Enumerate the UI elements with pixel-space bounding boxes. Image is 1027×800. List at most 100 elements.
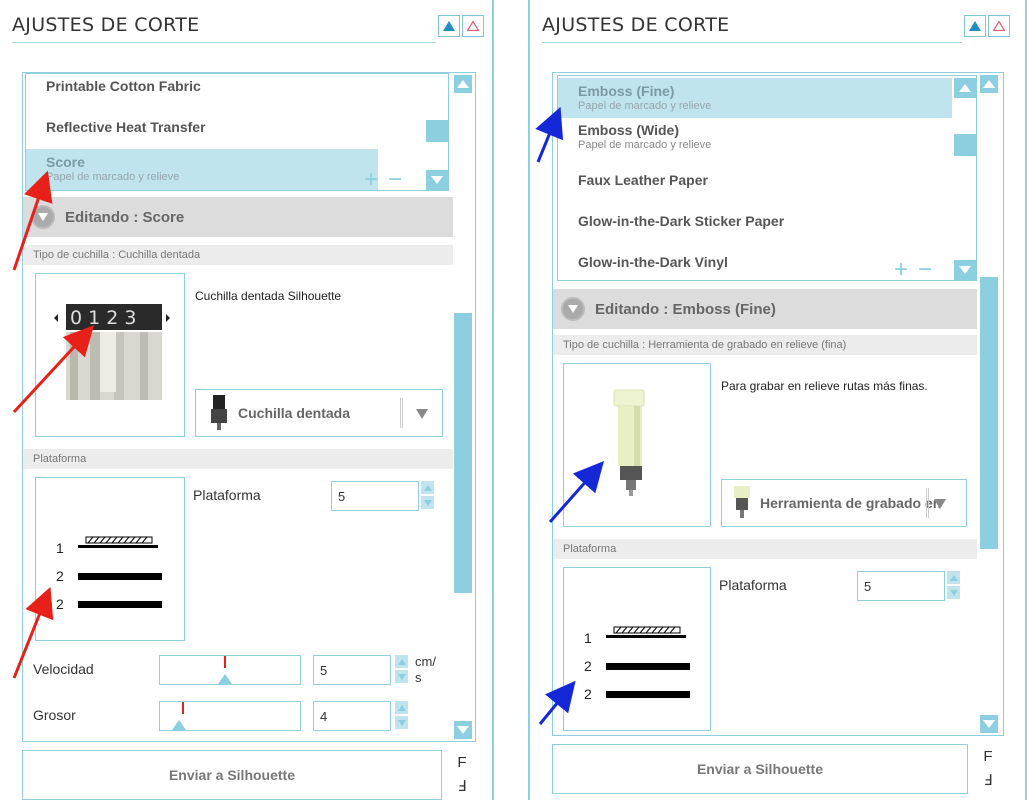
speed-input[interactable]: 5 [313,655,391,685]
blade-dropdown-value: Herramienta de grabado en [760,495,942,511]
scroll-down-arrow[interactable] [454,721,472,739]
platform-input[interactable]: 5 [857,571,945,601]
flip-bottom-button[interactable]: Ⅎ [978,770,998,790]
blade-description: Cuchilla dentada Silhouette [195,289,342,303]
list-item[interactable]: Glow-in-the-Dark Vinyl [558,254,952,280]
blade-dropdown[interactable]: Cuchilla dentada [195,389,443,437]
platform-stepper[interactable] [421,481,434,511]
collapse-up-button[interactable] [964,15,986,37]
add-material-button[interactable]: + [894,258,908,281]
list-item[interactable]: Emboss (Wide) Papel de marcado y relieve [558,122,952,162]
thickness-slider[interactable] [159,701,301,731]
list-scroll-up-arrow[interactable] [954,78,976,98]
scroll-up-arrow[interactable] [980,75,998,93]
list-add-remove: + − [364,168,402,191]
speed-stepper[interactable] [395,655,408,685]
stepper-down-icon[interactable] [395,670,408,683]
close-panel-button[interactable] [988,15,1010,37]
stepper-up-icon[interactable] [421,481,434,494]
list-item-selected[interactable]: Score Papel de marcado y relieve [26,149,378,190]
expand-collapse-icon[interactable] [561,297,585,321]
list-item[interactable]: Faux Leather Paper [558,172,952,202]
left-panel: AJUSTES DE CORTE Printable Cotton Fabric… [0,0,494,800]
mat-bar [78,601,162,608]
material-name: Emboss (Wide) [578,122,679,138]
material-name: Reflective Heat Transfer [46,119,206,135]
platform-section-header: Plataforma [23,449,453,469]
panel-title: AJUSTES DE CORTE [542,14,730,36]
thickness-input[interactable]: 4 [313,701,391,731]
list-scrollbar[interactable] [954,76,976,280]
list-item[interactable]: Printable Cotton Fabric [26,78,424,110]
settings-scrollbar[interactable] [979,73,999,735]
remove-material-button[interactable]: − [388,168,402,191]
emboss-tool-icon [734,486,750,518]
mat-number: 2 [584,658,592,674]
send-to-silhouette-button[interactable]: Enviar a Silhouette [22,750,442,800]
stepper-up-icon[interactable] [947,571,960,584]
blade-image-box: 0 1 2 3 [35,273,185,437]
list-scroll-thumb[interactable] [426,120,448,142]
speed-unit: cm/ [415,654,436,669]
add-material-button[interactable]: + [364,168,378,191]
send-to-silhouette-button[interactable]: Enviar a Silhouette [552,744,968,794]
thickness-slider-marker [182,702,184,714]
collapse-up-button[interactable] [438,15,460,37]
platform-stepper[interactable] [947,571,960,601]
list-scroll-down-arrow[interactable] [426,170,448,190]
stepper-up-icon[interactable] [395,655,408,668]
list-item[interactable]: Reflective Heat Transfer [26,119,424,151]
list-item[interactable]: Glow-in-the-Dark Sticker Paper [558,213,952,243]
remove-material-button[interactable]: − [918,258,932,281]
mat-bar [606,691,690,698]
list-scroll-thumb[interactable] [954,134,976,156]
speed-slider-marker [224,656,226,668]
panel-title: AJUSTES DE CORTE [12,14,200,36]
settings-scrollbar[interactable] [453,73,473,741]
title-underline [542,42,962,43]
blade-description: Para grabar en relieve rutas más finas. [721,379,928,393]
thickness-slider-thumb[interactable] [172,720,186,730]
flip-top-button[interactable]: F [452,752,472,772]
mat-bar [606,663,690,670]
close-panel-button[interactable] [462,15,484,37]
speed-slider[interactable] [159,655,301,685]
ratchet-blade-image: 0 1 2 3 [54,304,170,400]
flip-bottom-button[interactable]: Ⅎ [452,776,472,796]
platform-label: Plataforma [193,487,261,503]
speed-slider-thumb[interactable] [218,674,232,684]
expand-collapse-icon[interactable] [31,205,55,229]
list-scroll-down-arrow[interactable] [954,260,976,280]
stepper-down-icon[interactable] [395,716,408,729]
scroll-thumb[interactable] [980,277,998,549]
dropdown-separator [926,488,929,518]
stepper-down-icon[interactable] [421,496,434,509]
blade-type-header: Tipo de cuchilla : Cuchilla dentada [23,245,453,265]
editing-header: Editando : Score [23,197,453,237]
list-scrollbar[interactable] [426,74,448,190]
scroll-down-arrow[interactable] [980,715,998,733]
material-list: Emboss (Fine) Papel de marcado y relieve… [557,75,977,281]
platform-section-header: Plataforma [553,539,977,559]
material-name: Score [46,154,85,170]
mat-number: 2 [584,686,592,702]
mat-number: 2 [56,568,64,584]
blade-dropdown[interactable]: Herramienta de grabado en [721,479,967,527]
chevron-down-icon [934,499,946,509]
thickness-stepper[interactable] [395,701,408,731]
platform-mat-box: 1 2 2 [563,567,711,731]
material-category: Papel de marcado y relieve [578,139,712,151]
hatched-mat-icon [606,626,686,638]
stepper-down-icon[interactable] [947,586,960,599]
blade-dropdown-value: Cuchilla dentada [238,405,351,421]
blade-type-header: Tipo de cuchilla : Herramienta de grabad… [553,335,977,355]
platform-input[interactable]: 5 [331,481,419,511]
scroll-up-arrow[interactable] [454,75,472,93]
mat-number: 2 [56,596,64,612]
settings-scroll-area: Printable Cotton Fabric Reflective Heat … [22,72,476,742]
flip-top-button[interactable]: F [978,746,998,766]
list-item-selected[interactable]: Emboss (Fine) Papel de marcado y relieve [558,78,952,118]
dropdown-separator [400,398,403,428]
stepper-up-icon[interactable] [395,701,408,714]
scroll-thumb[interactable] [454,313,472,593]
